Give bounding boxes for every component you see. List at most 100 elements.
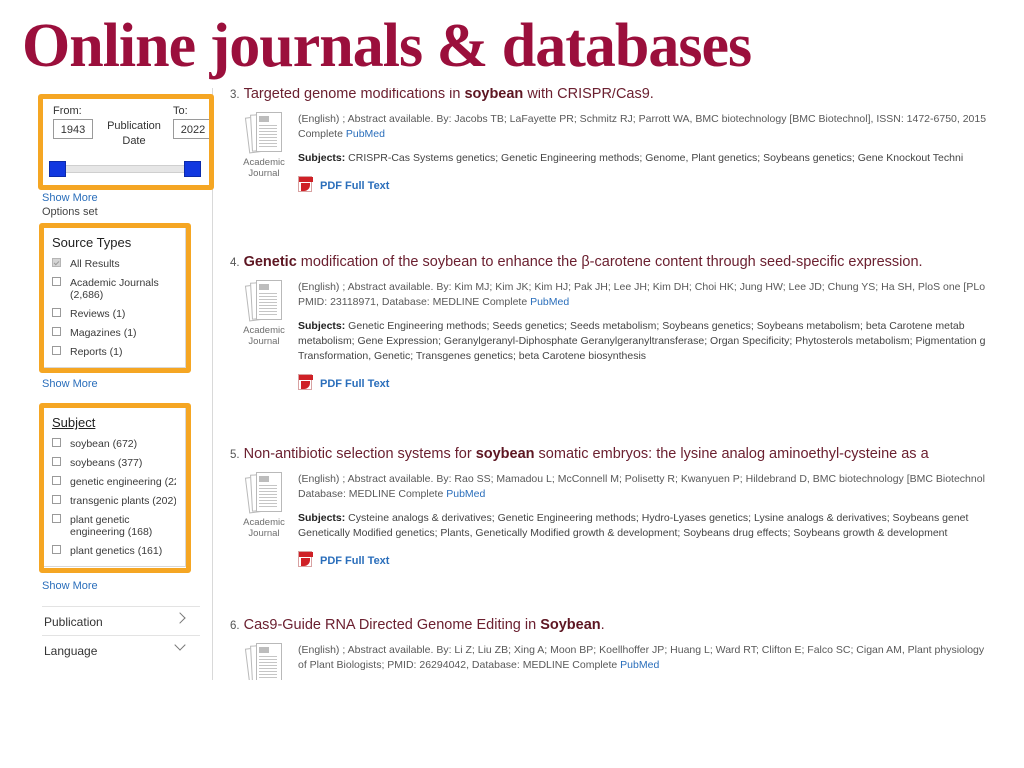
source-type-block: Academic Journal <box>236 280 292 347</box>
academic-journal-icon <box>244 280 282 322</box>
checkbox-icon[interactable] <box>52 346 61 355</box>
academic-journal-icon <box>244 472 282 514</box>
result-title-post: somatic embryos: the lysine analog amino… <box>534 446 929 462</box>
facet-option-label: plant genetics (161) <box>70 545 163 557</box>
result-meta-line2: of Plant Biologists; PMID: 26294042, Dat… <box>298 659 660 671</box>
pdf-full-text-link[interactable]: PDF Full Text <box>298 374 1024 390</box>
checkbox-icon[interactable] <box>52 476 61 485</box>
pubmed-link[interactable]: PubMed <box>530 296 569 308</box>
facet-option-label: soybeans (377) <box>70 457 143 469</box>
facet-option-reports[interactable]: Reports (1) <box>52 346 176 358</box>
sidebar-item-publication[interactable]: Publication <box>42 606 200 636</box>
result-meta-line2: PMID: 23118971, Database: MEDLINE Comple… <box>298 296 570 308</box>
subjects-label: Subjects: <box>298 152 346 164</box>
pdf-full-text-label: PDF Full Text <box>320 180 390 192</box>
checkbox-icon[interactable] <box>52 327 61 336</box>
result-subjects-line2: metabolism; Gene Expression; Geranylgera… <box>298 335 986 347</box>
checkbox-icon[interactable] <box>52 277 61 286</box>
show-more-subject[interactable]: Show More <box>42 580 98 592</box>
result-item[interactable]: 6. Cas9-Guide RNA Directed Genome Editing… <box>230 616 1024 680</box>
result-subjects: Subjects: Cysteine analogs & derivatives… <box>298 511 1024 526</box>
pdf-icon <box>298 176 313 192</box>
facet-option-reviews[interactable]: Reviews (1) <box>52 308 176 320</box>
facet-option-magazines[interactable]: Magazines (1) <box>52 327 176 339</box>
result-meta-line1: (English) ; Abstract available. By: Rao … <box>298 473 985 485</box>
subjects-text: Genetic Engineering methods; Seeds genet… <box>345 320 965 332</box>
result-title-post: with CRISPR/Cas9. <box>523 88 654 102</box>
result-subjects: Subjects: Genetic Engineering methods; S… <box>298 319 1024 334</box>
sidebar-item-language[interactable]: Language <box>42 635 200 665</box>
show-more-date[interactable]: Show More <box>42 192 98 204</box>
facet-option-soybean[interactable]: soybean (672) <box>52 438 176 450</box>
facet-option-plant-genetics[interactable]: plant genetics (161) <box>52 545 176 557</box>
checkbox-icon[interactable] <box>52 514 61 523</box>
result-item[interactable]: 3. Targeted genome modifications in soybe… <box>230 88 1024 192</box>
result-title-pre: Non-antibiotic selection systems for <box>243 446 476 462</box>
slider-track <box>57 165 193 173</box>
sidebar-divider <box>212 88 213 680</box>
from-year-input[interactable]: 1943 <box>53 119 93 139</box>
checkbox-icon[interactable] <box>52 457 61 466</box>
pdf-full-text-label: PDF Full Text <box>320 555 390 567</box>
checkbox-icon[interactable] <box>52 438 61 447</box>
facet-option-genetic-engineering[interactable]: genetic engineering (224 <box>52 476 176 488</box>
result-body: Academic Journal (English) ; Abstract av… <box>230 112 1024 192</box>
result-item[interactable]: 5. Non-antibiotic selection systems for s… <box>230 445 1024 567</box>
pubmed-link[interactable]: PubMed <box>446 488 485 500</box>
result-title[interactable]: 3. Targeted genome modifications in soybe… <box>230 88 1024 105</box>
source-type-block: Academic Journal <box>236 112 292 179</box>
to-label: To: <box>173 105 188 117</box>
options-set-label: Options set <box>42 206 98 218</box>
facet-option-transgenic-plants[interactable]: transgenic plants (202) <box>52 495 176 507</box>
from-label: From: <box>53 105 82 117</box>
publication-date-row: From: To: 1943 2022 Publication Date <box>51 105 213 157</box>
pdf-full-text-label: PDF Full Text <box>320 378 390 390</box>
facet-option-label: soybean (672) <box>70 438 138 450</box>
subjects-label: Subjects: <box>298 320 346 332</box>
result-meta-line1: (English) ; Abstract available. By: Li Z… <box>298 644 985 656</box>
subject-panel: Subject soybean (672) soybeans (377) gen… <box>42 406 186 567</box>
result-title-pre: Cas9-Guide RNA Directed Genome Editing i… <box>243 617 541 633</box>
checkbox-icon[interactable] <box>52 495 61 504</box>
checkbox-icon[interactable] <box>52 258 61 267</box>
facet-option-label: Reviews (1) <box>70 308 126 320</box>
checkbox-icon[interactable] <box>52 545 61 554</box>
result-title[interactable]: 4. Genetic modification of the soybean to… <box>230 253 1024 273</box>
sidebar-item-label: Publication <box>44 615 103 629</box>
result-body: Academic Journal (English) ; Abstract av… <box>230 643 1024 680</box>
facet-option-all-results[interactable]: All Results <box>52 258 176 270</box>
sidebar-item-label: Language <box>44 644 98 658</box>
result-body: Academic Journal (English) ; Abstract av… <box>230 472 1024 567</box>
result-number: 4. <box>230 257 240 269</box>
result-meta-line1: (English) ; Abstract available. By: Jaco… <box>298 113 987 125</box>
pdf-full-text-link[interactable]: PDF Full Text <box>298 176 1024 192</box>
result-title-keyword: Genetic <box>243 254 297 270</box>
facet-option-label: genetic engineering (224 <box>70 476 176 488</box>
facet-option-plant-genetic-engineering[interactable]: plant genetic engineering (168) <box>52 514 176 538</box>
facet-option-academic-journals[interactable]: Academic Journals (2,686) <box>52 277 176 301</box>
source-type-label: Academic Journal <box>243 517 285 539</box>
facet-option-label: Academic Journals (2,686) <box>70 277 159 301</box>
result-subjects-line3: Transformation, Genetic; Transgenes gene… <box>298 350 647 362</box>
source-types-panel: Source Types All Results Academic Journa… <box>42 226 186 368</box>
pdf-icon <box>298 374 313 390</box>
slider-handle-left[interactable] <box>49 161 66 177</box>
facet-option-soybeans[interactable]: soybeans (377) <box>52 457 176 469</box>
date-range-slider[interactable] <box>49 161 201 177</box>
chevron-right-icon <box>174 612 186 624</box>
to-year-input[interactable]: 2022 <box>173 119 213 139</box>
result-title-keyword: soybean <box>475 446 535 462</box>
facet-option-label: All Results <box>70 258 120 270</box>
pubmed-link[interactable]: PubMed <box>620 659 659 671</box>
pubmed-link[interactable]: PubMed <box>346 128 385 140</box>
result-title[interactable]: 6. Cas9-Guide RNA Directed Genome Editing… <box>230 616 1024 636</box>
show-more-source-types[interactable]: Show More <box>42 378 98 390</box>
result-title-keyword: soybean <box>464 88 524 102</box>
publication-date-panel: From: To: 1943 2022 Publication Date <box>42 98 213 186</box>
result-item[interactable]: 4. Genetic modification of the soybean to… <box>230 253 1024 390</box>
checkbox-icon[interactable] <box>52 308 61 317</box>
pdf-full-text-link[interactable]: PDF Full Text <box>298 551 1024 567</box>
result-title-pre: Targeted genome modifications in <box>243 88 465 102</box>
slider-handle-right[interactable] <box>184 161 201 177</box>
result-title[interactable]: 5. Non-antibiotic selection systems for s… <box>230 445 1024 465</box>
